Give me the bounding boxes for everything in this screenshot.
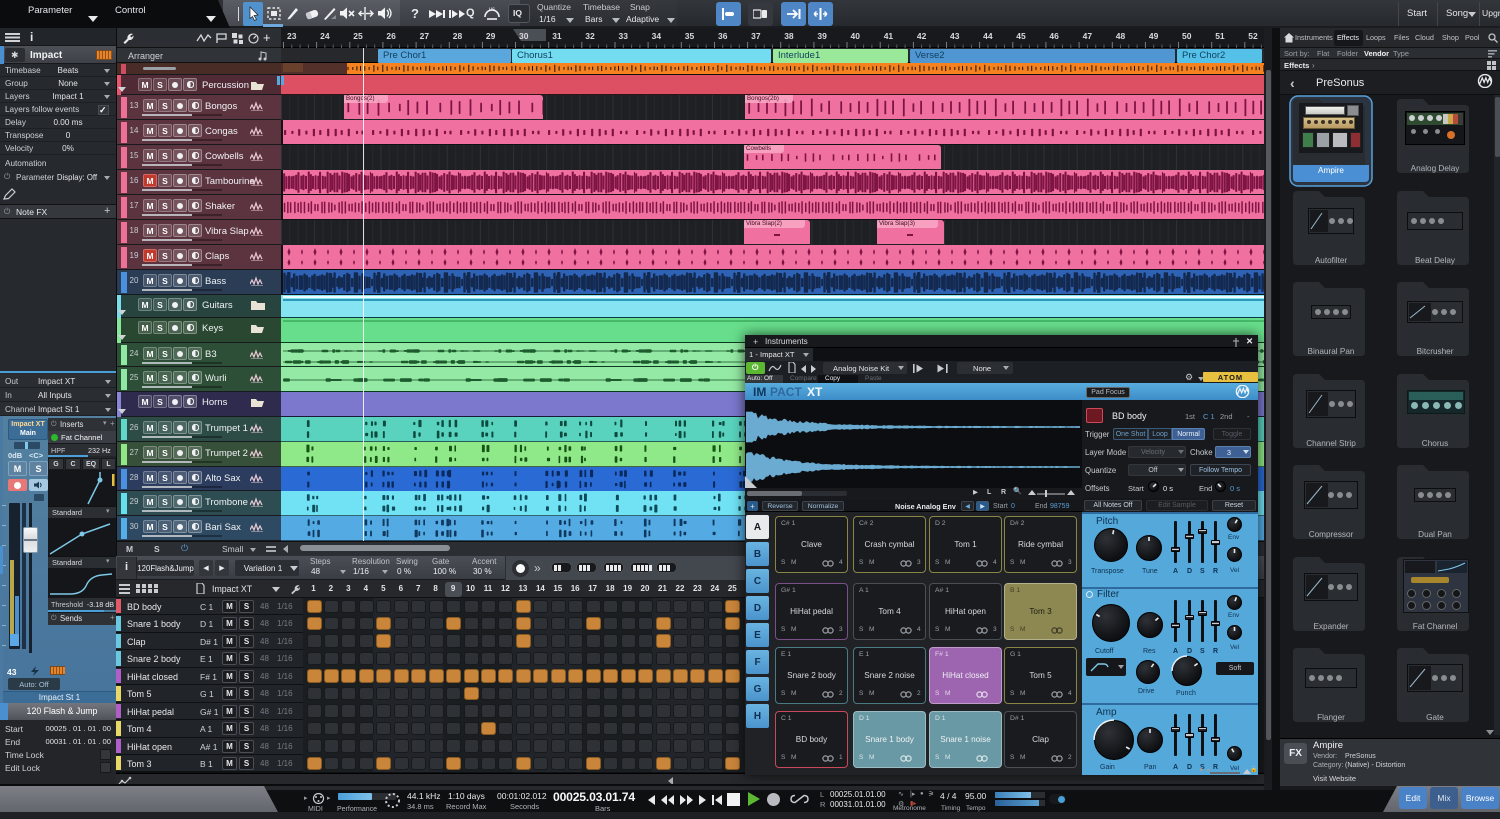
svg-text:29: 29 [486, 31, 496, 41]
svg-text:36: 36 [718, 31, 728, 41]
svg-text:33: 33 [619, 31, 629, 41]
svg-text:41: 41 [884, 31, 894, 41]
svg-text:38: 38 [784, 31, 794, 41]
svg-text:34: 34 [652, 31, 662, 41]
svg-text:47: 47 [1083, 31, 1093, 41]
svg-text:31: 31 [552, 31, 562, 41]
svg-text:23: 23 [287, 31, 297, 41]
svg-text:25: 25 [353, 31, 363, 41]
svg-text:42: 42 [917, 31, 927, 41]
svg-text:27: 27 [420, 31, 430, 41]
svg-text:32: 32 [585, 31, 595, 41]
svg-text:51: 51 [1215, 31, 1225, 41]
svg-text:52: 52 [1248, 31, 1258, 41]
svg-text:39: 39 [817, 31, 827, 41]
svg-text:50: 50 [1182, 31, 1192, 41]
svg-text:48: 48 [1116, 31, 1126, 41]
svg-text:35: 35 [685, 31, 695, 41]
svg-text:44: 44 [983, 31, 993, 41]
svg-text:45: 45 [1016, 31, 1026, 41]
svg-text:49: 49 [1149, 31, 1159, 41]
svg-text:26: 26 [386, 31, 396, 41]
svg-text:43: 43 [950, 31, 960, 41]
svg-text:24: 24 [320, 31, 330, 41]
svg-text:30: 30 [519, 31, 529, 41]
svg-text:37: 37 [751, 31, 761, 41]
svg-text:40: 40 [851, 31, 861, 41]
svg-text:46: 46 [1049, 31, 1059, 41]
svg-text:28: 28 [453, 31, 463, 41]
